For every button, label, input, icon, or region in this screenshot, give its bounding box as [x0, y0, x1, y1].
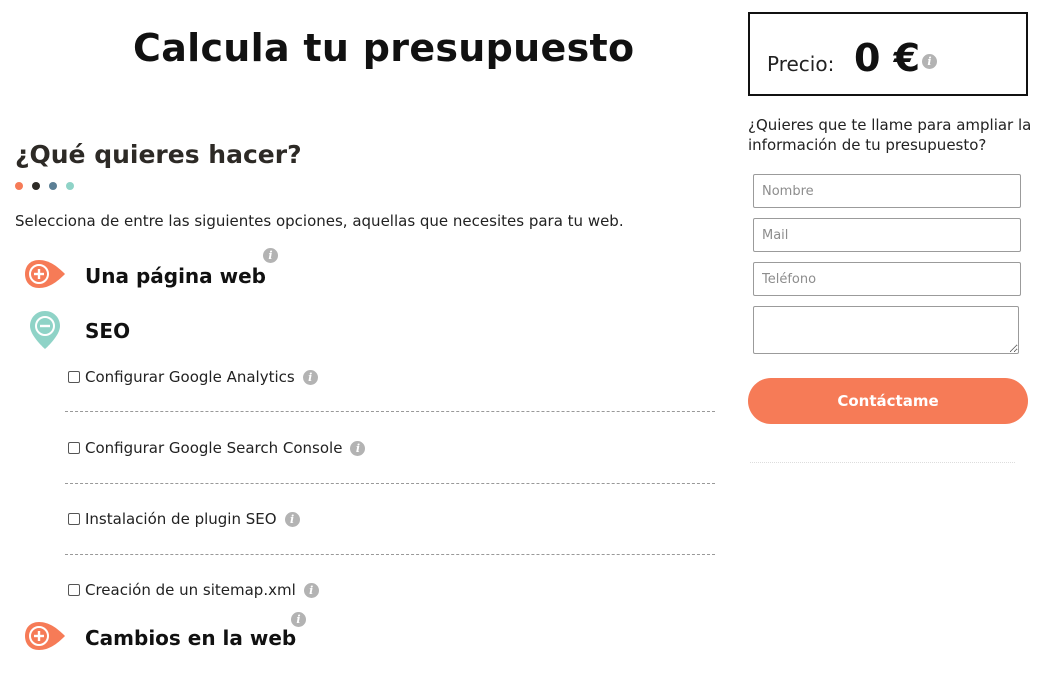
divider	[65, 554, 715, 555]
checkbox[interactable]	[68, 442, 80, 454]
dot-3	[49, 182, 57, 190]
message-textarea[interactable]	[753, 306, 1019, 354]
price-box: Precio: 0 € i	[748, 12, 1028, 96]
option-google-analytics[interactable]: Configurar Google Analytics i	[68, 368, 318, 386]
info-icon[interactable]: i	[284, 511, 300, 527]
plus-icon[interactable]	[25, 260, 65, 288]
minus-icon[interactable]	[30, 311, 60, 349]
contact-prompt: ¿Quieres que te llame para ampliar la in…	[748, 116, 1032, 154]
option-plugin-seo[interactable]: Instalación de plugin SEO i	[68, 510, 300, 528]
category-label[interactable]: SEO	[85, 319, 130, 343]
plus-icon[interactable]	[25, 622, 65, 650]
option-label: Configurar Google Analytics	[85, 368, 295, 386]
option-label: Configurar Google Search Console	[85, 439, 343, 457]
dot-2	[32, 182, 40, 190]
divider	[750, 462, 1015, 463]
info-icon[interactable]: i	[302, 369, 318, 385]
info-icon[interactable]: i	[922, 54, 937, 69]
option-sitemap[interactable]: Creación de un sitemap.xml i	[68, 581, 319, 599]
category-label[interactable]: Cambios en la web	[85, 626, 296, 650]
option-google-search-console[interactable]: Configurar Google Search Console i	[68, 439, 366, 457]
contact-button[interactable]: Contáctame	[748, 378, 1028, 424]
option-label: Creación de un sitemap.xml	[85, 581, 296, 599]
section-heading: ¿Qué quieres hacer?	[15, 140, 302, 169]
divider	[65, 411, 715, 412]
section-intro: Selecciona de entre las siguientes opcio…	[15, 212, 624, 230]
divider	[65, 483, 715, 484]
info-icon[interactable]: i	[350, 440, 366, 456]
price-label: Precio:	[767, 52, 835, 76]
info-icon[interactable]: i	[291, 612, 306, 627]
name-field[interactable]	[753, 174, 1021, 208]
page-title: Calcula tu presupuesto	[133, 26, 635, 70]
checkbox[interactable]	[68, 584, 80, 596]
dot-1	[15, 182, 23, 190]
phone-field[interactable]	[753, 262, 1021, 296]
category-label[interactable]: Una página web	[85, 264, 266, 288]
checkbox[interactable]	[68, 371, 80, 383]
dot-4	[66, 182, 74, 190]
info-icon[interactable]: i	[263, 248, 278, 263]
mail-field[interactable]	[753, 218, 1021, 252]
decorative-dots	[15, 182, 74, 190]
price-value: 0 €	[854, 36, 921, 80]
info-icon[interactable]: i	[303, 582, 319, 598]
checkbox[interactable]	[68, 513, 80, 525]
option-label: Instalación de plugin SEO	[85, 510, 277, 528]
